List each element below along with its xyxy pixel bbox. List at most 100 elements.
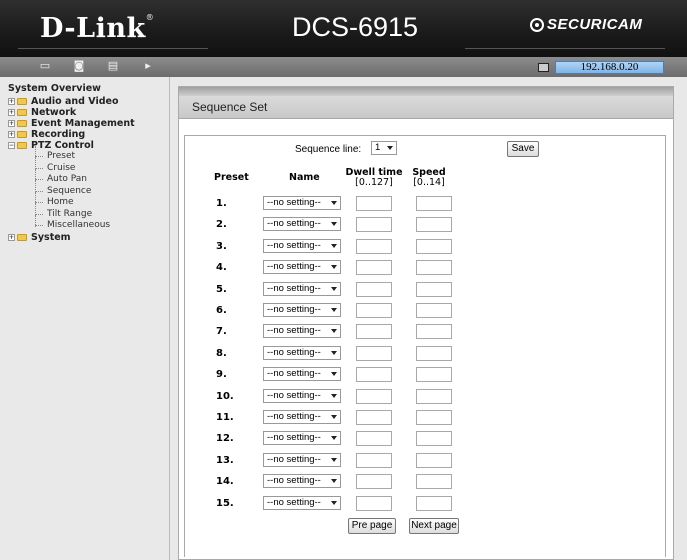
chevron-down-icon [331, 329, 337, 333]
header-divider [18, 48, 208, 49]
preset-name-select[interactable]: --no setting-- [263, 217, 341, 231]
sidebar-item-audio-video[interactable]: + Audio and Video [8, 96, 169, 107]
speed-input[interactable] [416, 389, 452, 404]
expand-icon[interactable]: + [8, 120, 15, 127]
save-button[interactable]: Save [507, 141, 539, 157]
preset-name-select[interactable]: --no setting-- [263, 431, 341, 445]
expand-icon[interactable]: + [8, 109, 15, 116]
sidebar-item-home[interactable]: Home [8, 192, 169, 209]
preset-number: 7. [216, 326, 227, 337]
speed-input[interactable] [416, 324, 452, 339]
sidebar-item-recording[interactable]: + Recording [8, 129, 169, 140]
section-header: Sequence Set [179, 87, 673, 119]
preset-name-select[interactable]: --no setting-- [263, 196, 341, 210]
dwell-time-input[interactable] [356, 474, 392, 489]
speed-input[interactable] [416, 367, 452, 382]
dwell-time-input[interactable] [356, 346, 392, 361]
speed-input[interactable] [416, 260, 452, 275]
preset-number: 4. [216, 262, 227, 273]
pan-icon[interactable]: ▸ [141, 60, 155, 72]
preset-name-select[interactable]: --no setting-- [263, 346, 341, 360]
dwell-time-input[interactable] [356, 282, 392, 297]
sequence-line-select[interactable]: 1 [371, 141, 397, 155]
speed-input[interactable] [416, 303, 452, 318]
dwell-time-input[interactable] [356, 324, 392, 339]
expand-icon[interactable]: + [8, 98, 15, 105]
chevron-down-icon [331, 308, 337, 312]
securicam-logo: SECURICAM [530, 16, 642, 33]
preset-name-select[interactable]: --no setting-- [263, 239, 341, 253]
model-title: DCS-6915 [291, 12, 419, 42]
sidebar-item-system-overview[interactable]: System Overview [8, 83, 169, 95]
collapse-icon[interactable]: − [8, 142, 15, 149]
app-header: D-Link® DCS-6915 SECURICAM [0, 0, 687, 57]
speed-input[interactable] [416, 217, 452, 232]
sidebar-item-tilt-range[interactable]: Tilt Range [8, 203, 169, 221]
dwell-time-input[interactable] [356, 217, 392, 232]
sidebar-item-system[interactable]: + System [8, 232, 169, 243]
preset-name-select[interactable]: --no setting-- [263, 367, 341, 381]
dwell-time-input[interactable] [356, 239, 392, 254]
snapshot-icon[interactable]: ◙ [72, 60, 86, 72]
pre-page-button[interactable]: Pre page [348, 518, 396, 534]
speed-input[interactable] [416, 453, 452, 468]
speed-input[interactable] [416, 410, 452, 425]
monitor-icon [538, 62, 549, 72]
dwell-time-input[interactable] [356, 260, 392, 275]
preset-name-select[interactable]: --no setting-- [263, 389, 341, 403]
ip-display: 192.168.0.20 [538, 60, 664, 74]
sidebar-item-miscellaneous[interactable]: Miscellaneous [8, 215, 169, 232]
preset-number: 10. [216, 391, 234, 402]
sidebar-item-cruise[interactable]: Cruise [8, 157, 169, 175]
preset-number: 5. [216, 284, 227, 295]
chevron-down-icon [331, 244, 337, 248]
sequence-form: Sequence line: 1 Save Preset Name Dwell … [184, 135, 666, 557]
sidebar-item-ptz-control[interactable]: − PTZ Control [8, 140, 169, 151]
preset-number: 9. [216, 369, 227, 380]
speed-input[interactable] [416, 346, 452, 361]
speed-input[interactable] [416, 196, 452, 211]
preset-name-select[interactable]: --no setting-- [263, 282, 341, 296]
speed-input[interactable] [416, 282, 452, 297]
expand-icon[interactable]: + [8, 131, 15, 138]
folder-icon [17, 131, 27, 138]
preset-name-select[interactable]: --no setting-- [263, 260, 341, 274]
sidebar-item-network[interactable]: + Network [8, 107, 169, 118]
preset-number: 6. [216, 305, 227, 316]
dlink-logo: D-Link® [40, 13, 155, 44]
preset-name-select[interactable]: --no setting-- [263, 496, 341, 510]
favorite-icon[interactable]: ▤ [106, 60, 120, 72]
dwell-time-input[interactable] [356, 389, 392, 404]
preset-name-select[interactable]: --no setting-- [263, 303, 341, 317]
speed-input[interactable] [416, 496, 452, 511]
chevron-down-icon [331, 479, 337, 483]
next-page-button[interactable]: Next page [409, 518, 459, 534]
chevron-down-icon [331, 372, 337, 376]
dwell-time-input[interactable] [356, 367, 392, 382]
ip-address: 192.168.0.20 [555, 60, 664, 74]
dwell-time-input[interactable] [356, 196, 392, 211]
sidebar-item-sequence[interactable]: Sequence [8, 180, 169, 198]
expand-icon[interactable]: + [8, 233, 15, 241]
preset-name-select[interactable]: --no setting-- [263, 410, 341, 424]
speed-column-header: Speed [0..14] [412, 167, 446, 188]
preset-number: 11. [216, 412, 234, 423]
preset-name-select[interactable]: --no setting-- [263, 324, 341, 338]
dwell-time-input[interactable] [356, 496, 392, 511]
dwell-time-input[interactable] [356, 431, 392, 446]
speed-input[interactable] [416, 239, 452, 254]
dwell-time-input[interactable] [356, 410, 392, 425]
sidebar-item-event-management[interactable]: + Event Management [8, 118, 169, 129]
preset-number: 13. [216, 455, 234, 466]
speed-input[interactable] [416, 474, 452, 489]
dwell-time-input[interactable] [356, 303, 392, 318]
sidebar-item-preset[interactable]: Preset [8, 146, 169, 163]
dwell-time-input[interactable] [356, 453, 392, 468]
folder-icon [17, 98, 27, 105]
preset-number: 14. [216, 476, 234, 487]
preset-name-select[interactable]: --no setting-- [263, 474, 341, 488]
preset-name-select[interactable]: --no setting-- [263, 453, 341, 467]
speed-input[interactable] [416, 431, 452, 446]
sidebar-item-auto-pan[interactable]: Auto Pan [8, 169, 169, 186]
camera-icon[interactable]: ▭ [38, 60, 52, 72]
